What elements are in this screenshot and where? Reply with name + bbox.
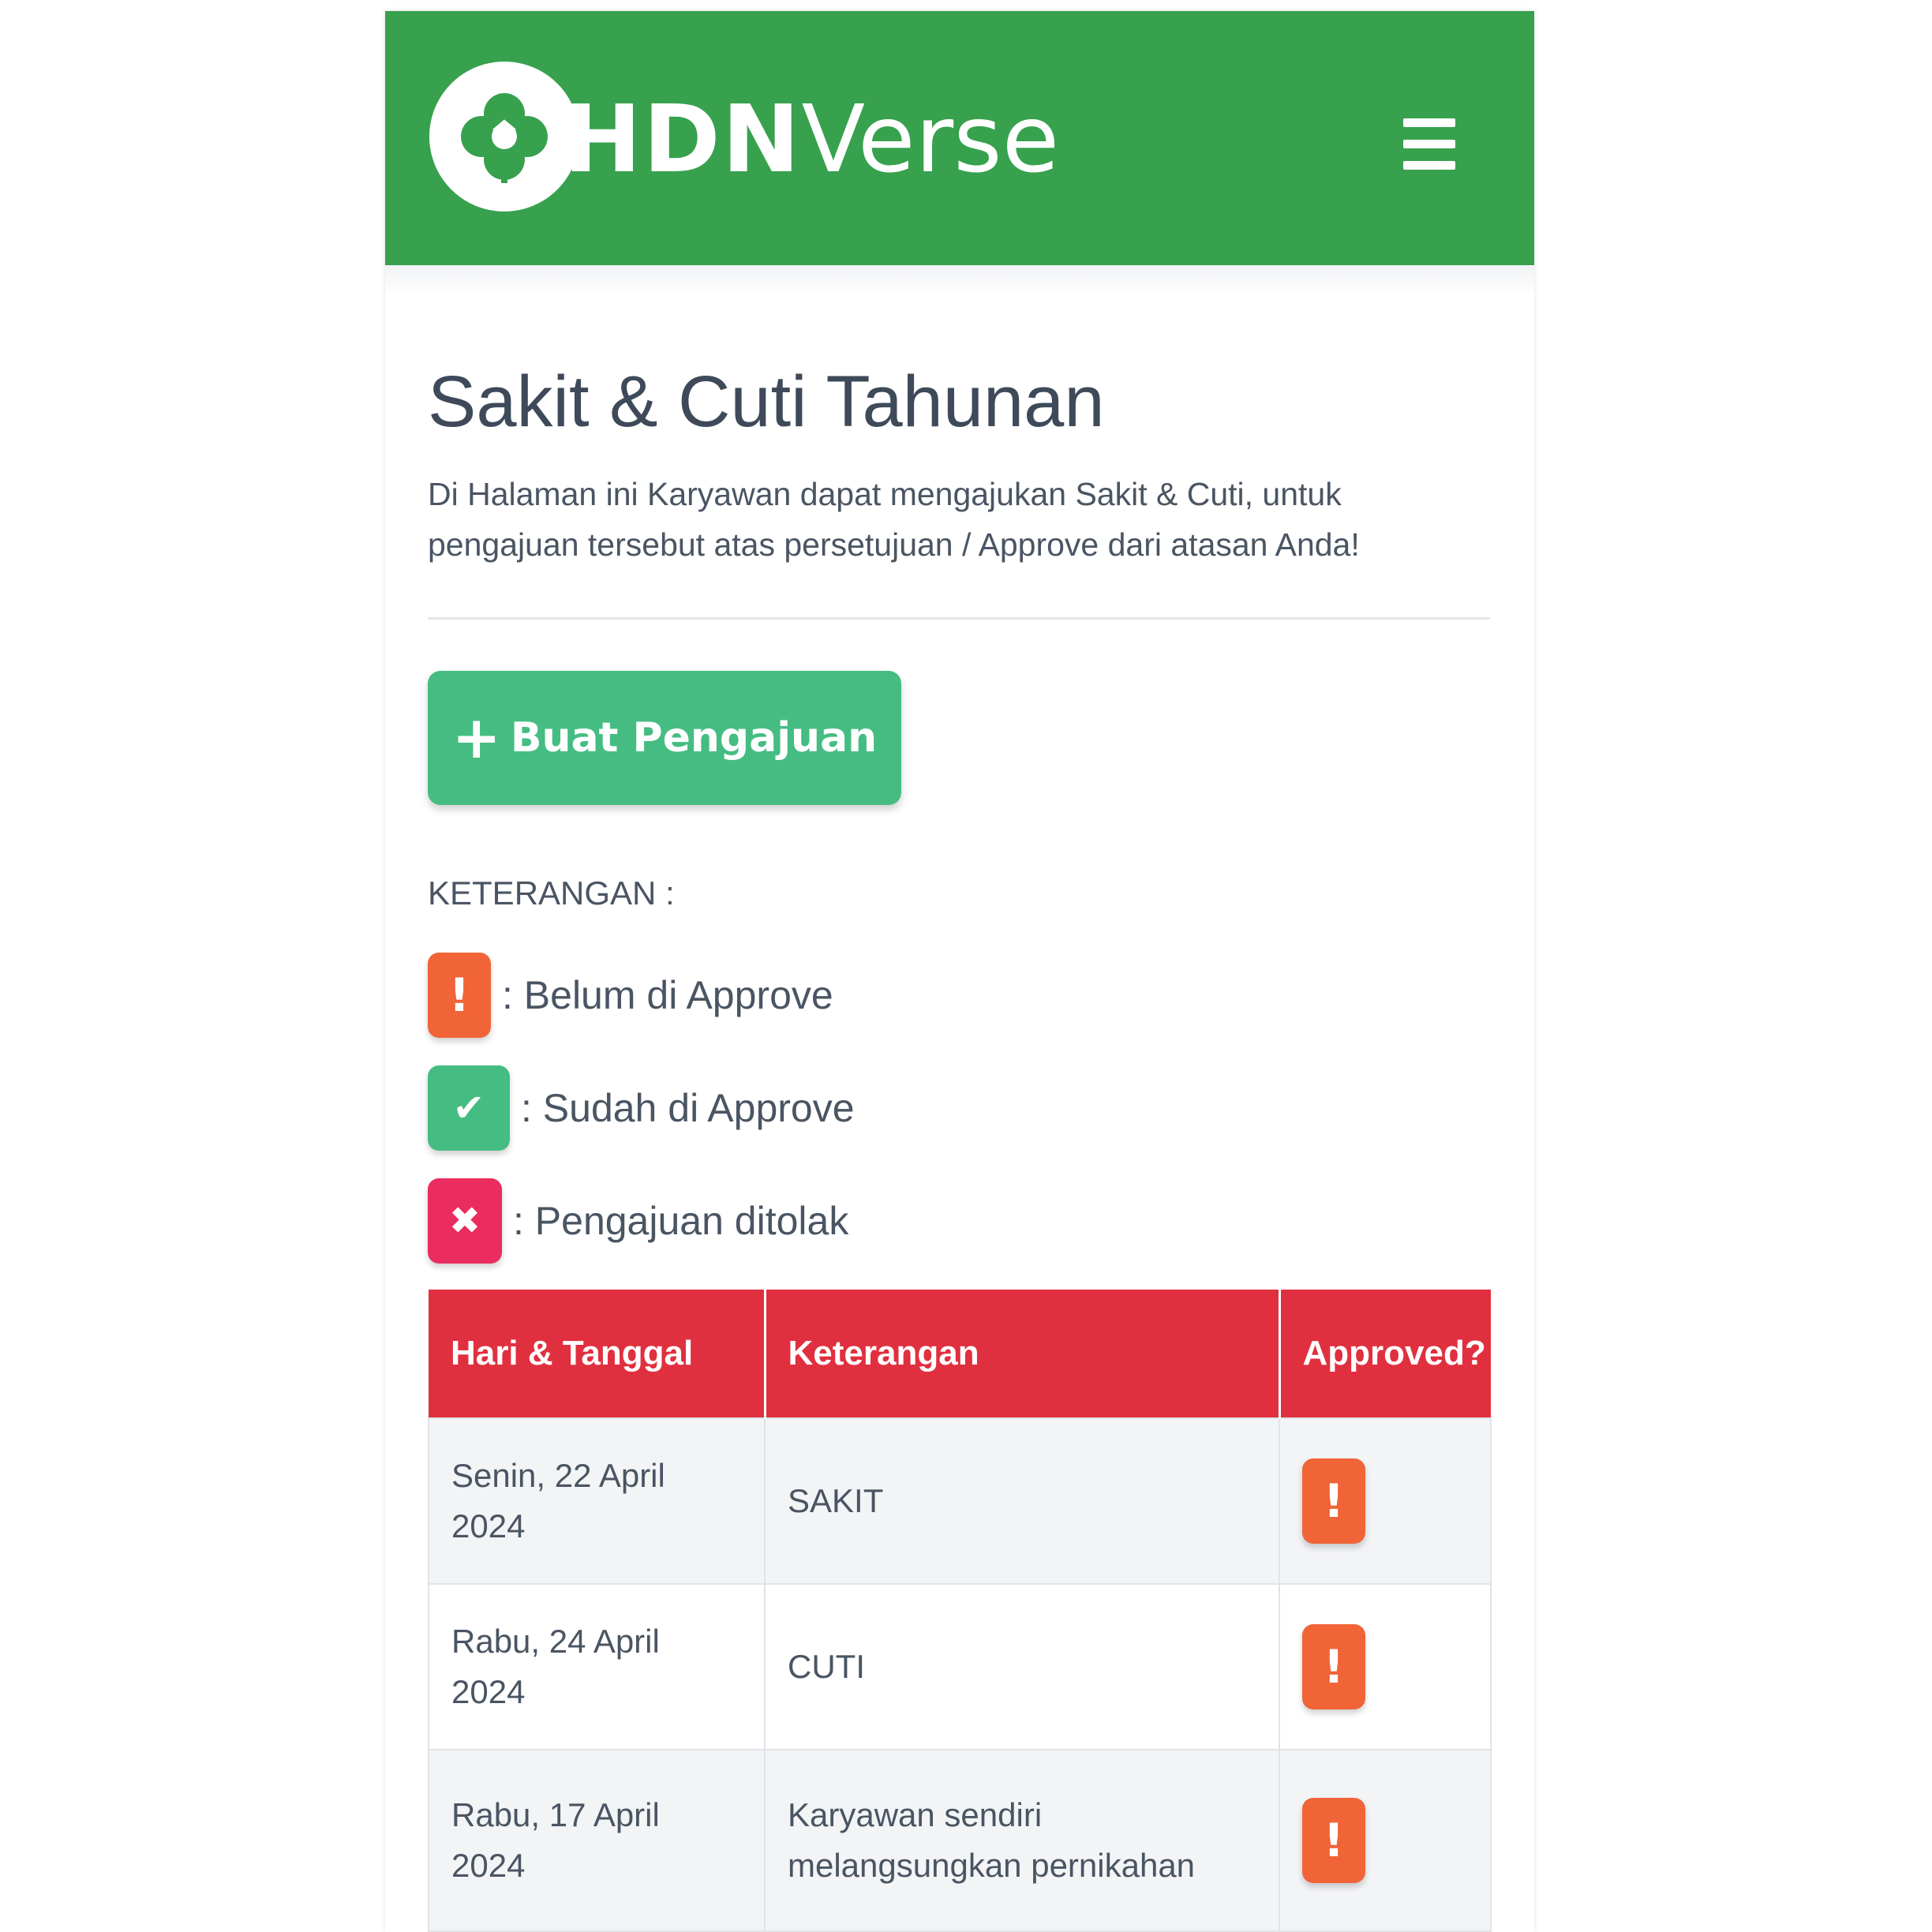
cell-note: SAKIT	[764, 1417, 1280, 1585]
legend-item-pending: ! : Belum di Approve	[428, 952, 833, 1039]
exclamation-icon[interactable]: !	[1302, 1458, 1365, 1544]
cell-note: CUTI	[764, 1583, 1280, 1750]
brand-name-bold: HDN	[564, 84, 802, 193]
hamburger-menu-icon[interactable]	[1403, 118, 1458, 174]
header-shadow	[385, 265, 1534, 297]
cell-date: Rabu, 17 April 2024	[428, 1749, 766, 1932]
brand-name[interactable]: HDNVerse	[564, 92, 1059, 186]
cell-status: !	[1279, 1417, 1492, 1585]
table-header-row: Hari & Tanggal Keterangan Approved?	[429, 1290, 1491, 1418]
leave-request-table: Hari & Tanggal Keterangan Approved? Seni…	[428, 1290, 1492, 1932]
hamburger-bar	[1403, 161, 1455, 170]
x-icon: ✖	[428, 1178, 502, 1264]
legend-label: : Belum di Approve	[502, 973, 833, 1017]
table-row[interactable]: Senin, 22 April 2024 SAKIT !	[428, 1417, 1492, 1585]
legend-label: : Pengajuan ditolak	[513, 1199, 849, 1243]
cell-date: Senin, 22 April 2024	[428, 1417, 766, 1585]
page-description: Di Halaman ini Karyawan dapat mengajukan…	[428, 476, 1360, 563]
cell-status: !	[1279, 1749, 1492, 1932]
create-request-label: Buat Pengajuan	[510, 714, 878, 762]
clover-icon	[461, 93, 548, 183]
column-header-approved[interactable]: Approved?	[1279, 1290, 1491, 1418]
brand-name-light: Verse	[801, 84, 1060, 193]
column-header-date[interactable]: Hari & Tanggal	[429, 1290, 766, 1418]
legend-item-rejected: ✖ : Pengajuan ditolak	[428, 1178, 848, 1264]
hamburger-bar	[1403, 118, 1455, 127]
create-request-button[interactable]: + Buat Pengajuan	[428, 671, 901, 805]
hamburger-bar	[1403, 140, 1455, 148]
app-frame: HDNVerse Sakit & Cuti Tahunan Di Halaman…	[385, 11, 1534, 1932]
column-header-note[interactable]: Keterangan	[765, 1290, 1281, 1418]
table-row[interactable]: Rabu, 24 April 2024 CUTI !	[428, 1583, 1492, 1750]
exclamation-icon: !	[428, 953, 491, 1038]
brand-logo[interactable]	[429, 62, 579, 212]
exclamation-icon[interactable]: !	[1302, 1798, 1365, 1883]
legend-title: KETERANGAN :	[428, 874, 675, 912]
top-navbar: HDNVerse	[385, 11, 1534, 265]
cell-status: !	[1279, 1583, 1492, 1750]
cell-note: Karyawan sendiri melangsungkan pernikaha…	[764, 1749, 1280, 1932]
table-row[interactable]: Rabu, 17 April 2024 Karyawan sendiri mel…	[428, 1749, 1492, 1932]
legend-item-approved: ✔ : Sudah di Approve	[428, 1065, 855, 1151]
exclamation-icon[interactable]: !	[1302, 1624, 1365, 1709]
plus-icon: +	[451, 704, 501, 772]
check-icon: ✔	[428, 1065, 510, 1151]
cell-date: Rabu, 24 April 2024	[428, 1583, 766, 1750]
page-title: Sakit & Cuti Tahunan	[428, 361, 1105, 442]
legend-label: : Sudah di Approve	[521, 1086, 855, 1130]
divider	[428, 617, 1490, 620]
